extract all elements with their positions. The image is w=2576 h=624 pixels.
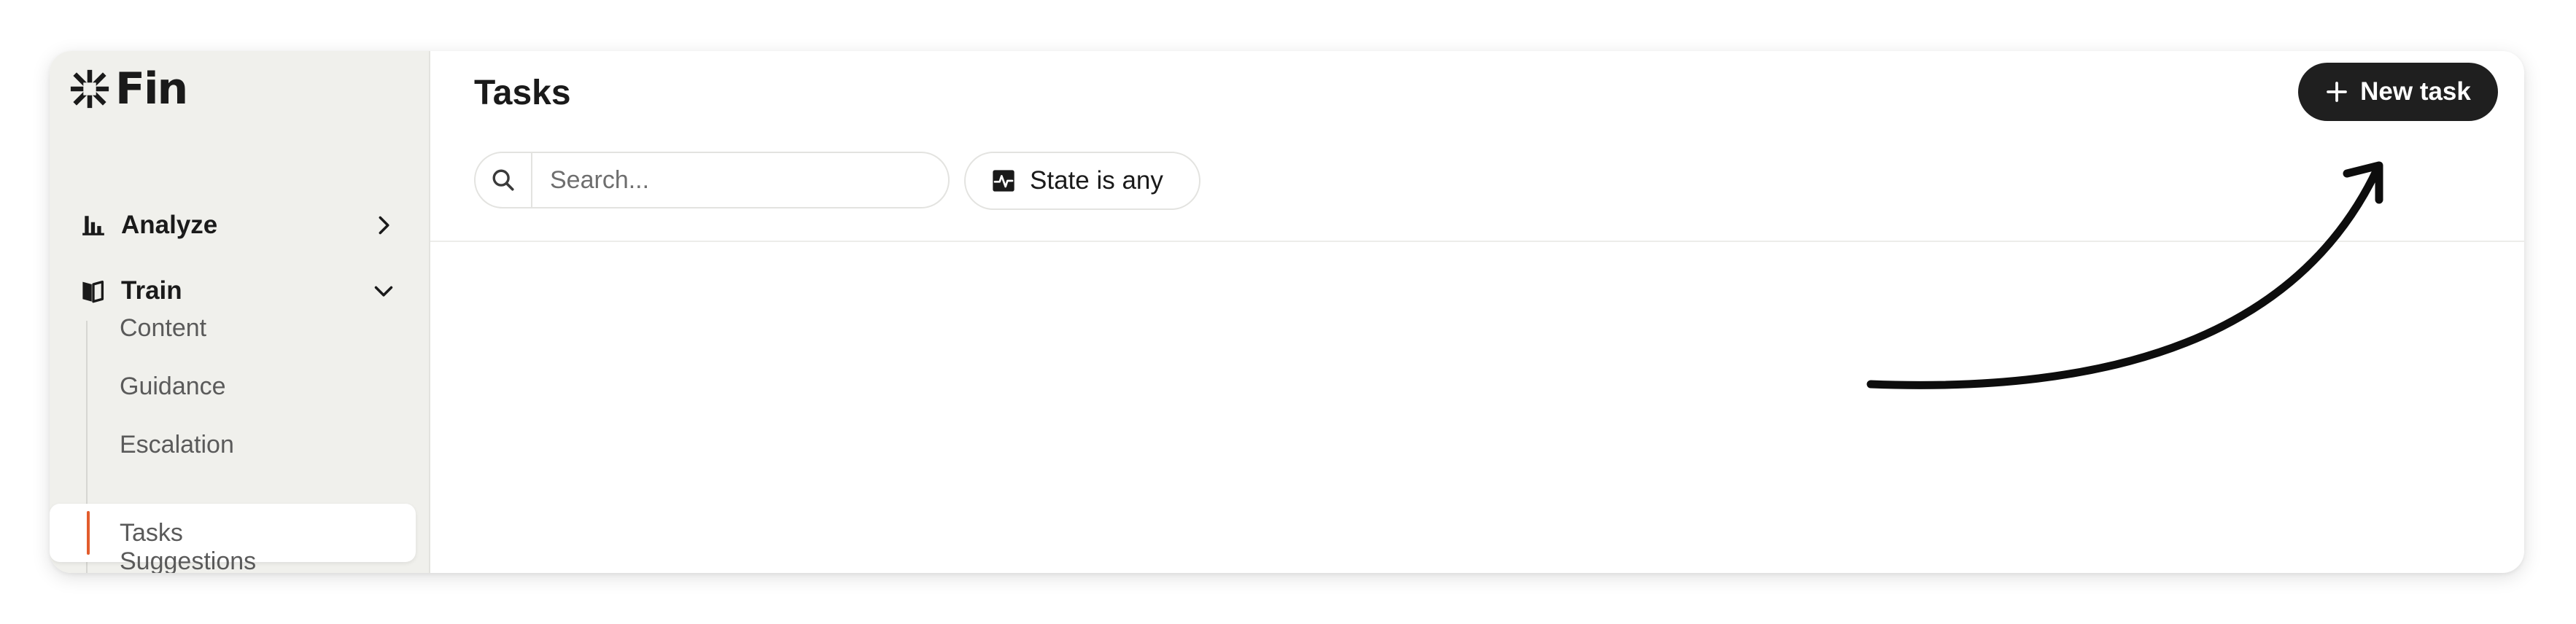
annotation-arrow (1866, 161, 2383, 389)
